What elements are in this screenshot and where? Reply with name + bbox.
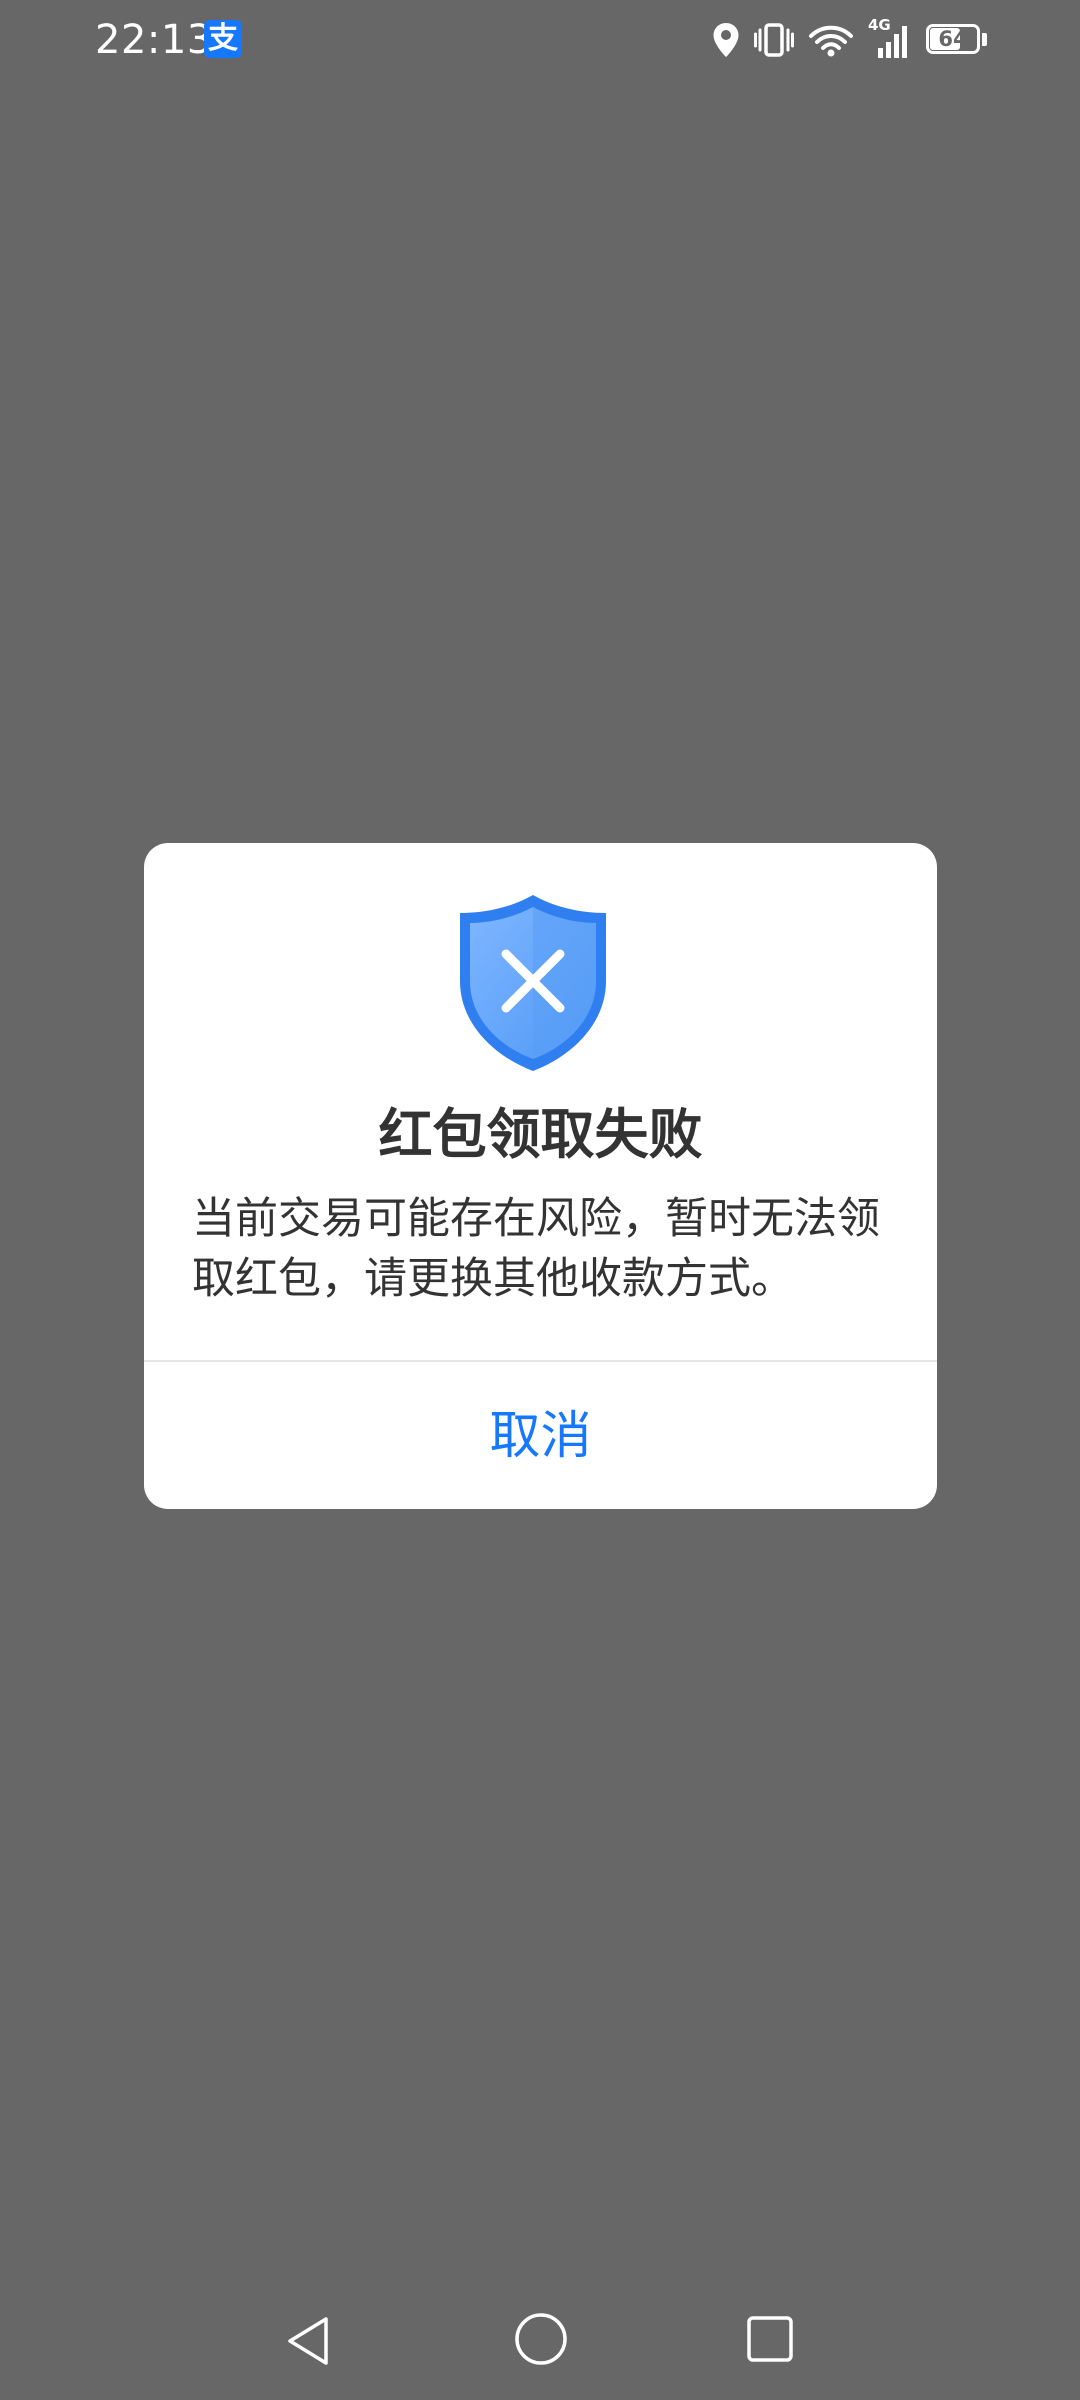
dialog-message: 当前交易可能存在风险，暂时无法领取红包，请更换其他收款方式。 bbox=[192, 1194, 880, 1304]
vibrate-icon bbox=[754, 23, 794, 57]
dialog-title: 红包领取失败 bbox=[378, 1103, 703, 1166]
cancel-button[interactable]: 取消 bbox=[144, 1362, 937, 1509]
home-icon[interactable] bbox=[513, 2311, 569, 2367]
red-packet-failure-dialog: 红包领取失败 当前交易可能存在风险，暂时无法领取红包，请更换其他收款方式。 取消 bbox=[144, 843, 937, 1509]
battery-level: 64 bbox=[938, 27, 968, 51]
battery-icon: 64 bbox=[926, 24, 988, 56]
wifi-icon bbox=[809, 25, 853, 57]
status-bar: 22:13 支 4G 64 bbox=[0, 0, 1080, 80]
alipay-icon: 支 bbox=[204, 20, 242, 58]
navigation-bar bbox=[0, 2280, 1080, 2400]
status-icons: 4G 64 bbox=[712, 16, 988, 62]
status-time: 22:13 bbox=[95, 17, 213, 63]
back-icon[interactable] bbox=[282, 2314, 336, 2368]
shield-x-icon bbox=[460, 895, 606, 1071]
screen: 22:13 支 4G 64 红包领取失败 当前交易可能存在风险，暂时无法领取红包… bbox=[0, 0, 1080, 2400]
location-icon bbox=[713, 23, 739, 57]
signal-icon: 4G bbox=[868, 16, 912, 60]
recent-apps-icon[interactable] bbox=[746, 2315, 794, 2363]
